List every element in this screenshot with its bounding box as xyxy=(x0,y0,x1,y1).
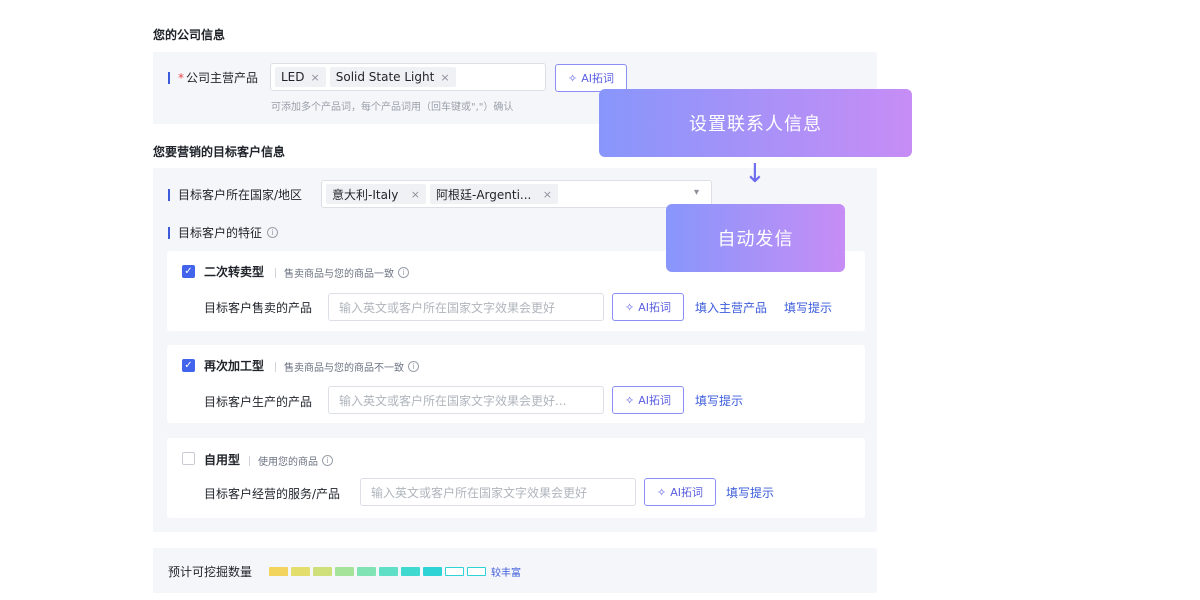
magic-wand-icon: ✧ xyxy=(625,300,635,314)
tag-remove-icon[interactable]: × xyxy=(440,71,449,84)
product-tag: LED × xyxy=(275,67,326,87)
info-icon[interactable]: i xyxy=(398,267,409,278)
estimate-segment xyxy=(467,567,486,576)
fill-main-product-link[interactable]: 填入主营产品 xyxy=(695,299,767,316)
estimate-segment xyxy=(357,567,376,576)
estimate-segment xyxy=(269,567,288,576)
chevron-down-icon[interactable]: ▾ xyxy=(694,187,699,198)
type-description: 售卖商品与您的商品一致 i xyxy=(275,265,409,280)
resell-product-input[interactable]: 输入英文或客户所在国家文字效果会更好 xyxy=(328,293,604,321)
type-name: 再次加工型 xyxy=(204,359,265,373)
company-section-title: 您的公司信息 xyxy=(153,28,226,42)
estimate-segment xyxy=(335,567,354,576)
arrow-down-icon: ↓ xyxy=(744,159,766,189)
country-tag: 阿根廷-Argenti... × xyxy=(430,184,558,204)
main-product-input[interactable]: LED × Solid State Light × xyxy=(270,63,546,91)
fill-tips-link[interactable]: 填写提示 xyxy=(726,484,774,501)
flow-step-contact-info: 设置联系人信息 xyxy=(599,89,912,157)
country-select[interactable]: 意大利-Italy × 阿根廷-Argenti... × ▾ xyxy=(321,180,712,208)
row-label: 目标客户经营的服务/产品 xyxy=(204,487,341,501)
estimate-segment xyxy=(423,567,442,576)
product-tag: Solid State Light × xyxy=(329,67,456,87)
target-section-title: 您要营销的目标客户信息 xyxy=(153,145,286,159)
tag-remove-icon[interactable]: × xyxy=(411,188,420,201)
customer-type-card-self-use: 自用型 使用您的商品 i 目标客户经营的服务/产品 输入英文或客户所在国家文字效… xyxy=(167,438,865,518)
country-tag: 意大利-Italy × xyxy=(326,184,426,204)
estimate-level-text: 较丰富 xyxy=(491,568,521,579)
info-icon[interactable]: i xyxy=(408,361,419,372)
self-use-ai-expand-button[interactable]: ✧ AI拓词 xyxy=(644,478,716,506)
resell-checkbox[interactable] xyxy=(182,265,195,278)
type-description: 使用您的商品 i xyxy=(249,453,333,468)
info-icon[interactable]: i xyxy=(322,455,333,466)
estimate-label: 预计可挖掘数量 xyxy=(168,565,253,579)
info-icon[interactable]: i xyxy=(267,227,279,238)
row-label: 目标客户生产的产品 xyxy=(204,395,313,409)
customer-type-card-process: 再次加工型 售卖商品与您的商品不一致 i 目标客户生产的产品 输入英文或客户所在… xyxy=(167,345,865,423)
required-mark: * xyxy=(178,70,184,85)
process-checkbox[interactable] xyxy=(182,359,195,372)
type-description: 售卖商品与您的商品不一致 i xyxy=(275,359,419,374)
estimate-segment xyxy=(379,567,398,576)
magic-wand-icon: ✧ xyxy=(625,393,635,407)
estimate-segment xyxy=(313,567,332,576)
country-label: 目标客户所在国家/地区 xyxy=(168,186,302,203)
tag-remove-icon[interactable]: × xyxy=(311,71,320,84)
main-product-hint: 可添加多个产品词，每个产品词用（回车键或","）确认 xyxy=(271,102,514,113)
main-product-label: * 公司主营产品 xyxy=(168,69,258,86)
row-label: 目标客户售卖的产品 xyxy=(204,301,313,315)
estimate-segment xyxy=(401,567,420,576)
process-product-input[interactable]: 输入英文或客户所在国家文字效果会更好... xyxy=(328,386,604,414)
self-use-service-input[interactable]: 输入英文或客户所在国家文字效果会更好 xyxy=(360,478,636,506)
type-name: 二次转卖型 xyxy=(204,265,265,279)
tag-remove-icon[interactable]: × xyxy=(543,188,552,201)
company-ai-expand-button[interactable]: ✧ AI拓词 xyxy=(555,64,627,92)
magic-wand-icon: ✧ xyxy=(657,485,667,499)
process-ai-expand-button[interactable]: ✧ AI拓词 xyxy=(612,386,684,414)
magic-wand-icon: ✧ xyxy=(568,71,578,85)
estimate-segment xyxy=(291,567,310,576)
fill-tips-link[interactable]: 填写提示 xyxy=(784,299,832,316)
type-name: 自用型 xyxy=(204,453,241,467)
resell-ai-expand-button[interactable]: ✧ AI拓词 xyxy=(612,293,684,321)
self-use-checkbox[interactable] xyxy=(182,452,195,465)
features-label: 目标客户的特征 i xyxy=(168,224,279,241)
flow-step-auto-send: 自动发信 xyxy=(666,204,845,272)
estimate-segment xyxy=(445,567,464,576)
fill-tips-link[interactable]: 填写提示 xyxy=(695,392,743,409)
